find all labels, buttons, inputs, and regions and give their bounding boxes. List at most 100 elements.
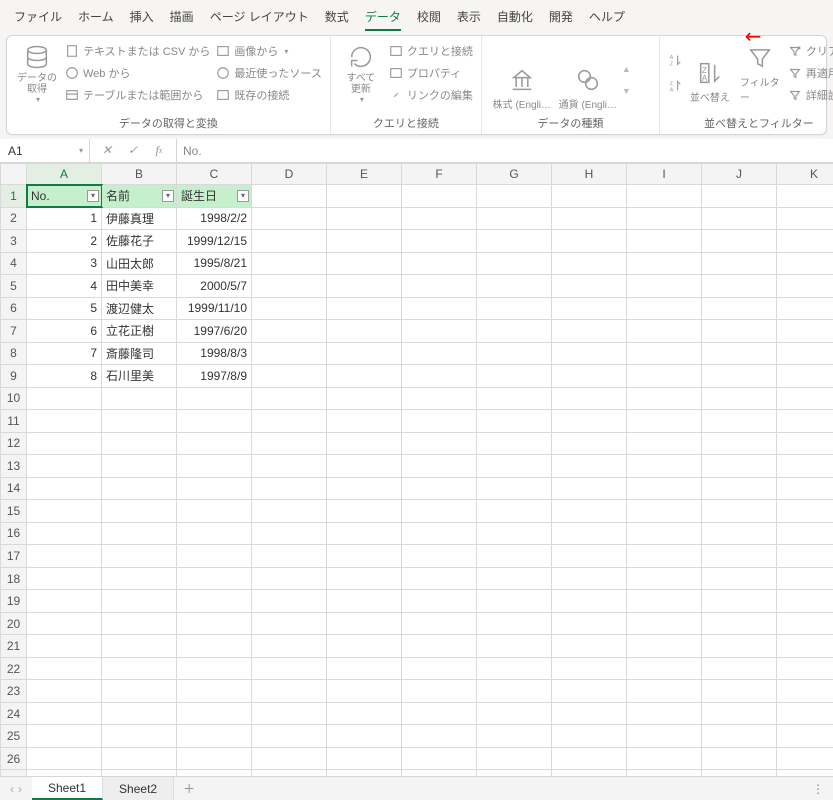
cell-F21[interactable] [402,635,477,658]
cell-C10[interactable] [177,387,252,410]
cell-B17[interactable] [102,545,177,568]
cell-J12[interactable] [702,432,777,455]
cell-D1[interactable] [252,185,327,208]
cell-I12[interactable] [627,432,702,455]
from-table-button[interactable]: テーブルまたは範囲から [65,85,210,105]
cell-G16[interactable] [477,522,552,545]
cell-H18[interactable] [552,567,627,590]
cell-D15[interactable] [252,500,327,523]
cell-C23[interactable] [177,680,252,703]
cell-K3[interactable] [777,230,833,253]
cell-B12[interactable] [102,432,177,455]
cell-K26[interactable] [777,747,833,770]
cell-J6[interactable] [702,297,777,320]
cell-K17[interactable] [777,545,833,568]
filter-dropdown-B[interactable]: ▾ [162,190,174,202]
menu-ページ レイアウト[interactable]: ページ レイアウト [202,4,317,31]
cell-H14[interactable] [552,477,627,500]
cell-D19[interactable] [252,590,327,613]
cell-K18[interactable] [777,567,833,590]
row-header-20[interactable]: 20 [1,612,27,635]
cell-D14[interactable] [252,477,327,500]
cell-C20[interactable] [177,612,252,635]
cell-C8[interactable]: 1998/8/3 [177,342,252,365]
cell-J7[interactable] [702,320,777,343]
cell-E18[interactable] [327,567,402,590]
cell-B26[interactable] [102,747,177,770]
cell-C18[interactable] [177,567,252,590]
cell-F3[interactable] [402,230,477,253]
cell-I1[interactable] [627,185,702,208]
cell-J4[interactable] [702,252,777,275]
cell-B14[interactable] [102,477,177,500]
cell-J5[interactable] [702,275,777,298]
currency-type-button[interactable]: 通貨 (Engli… [556,47,620,113]
cell-C17[interactable] [177,545,252,568]
cell-I3[interactable] [627,230,702,253]
cell-B7[interactable]: 立花正樹 [102,320,177,343]
cell-F25[interactable] [402,725,477,748]
cell-B18[interactable] [102,567,177,590]
cell-A7[interactable]: 6 [27,320,102,343]
cell-H11[interactable] [552,410,627,433]
cell-I21[interactable] [627,635,702,658]
cell-A10[interactable] [27,387,102,410]
cell-K4[interactable] [777,252,833,275]
cell-A19[interactable] [27,590,102,613]
cell-J13[interactable] [702,455,777,478]
cell-A25[interactable] [27,725,102,748]
tab-next-button[interactable]: › [18,782,22,796]
menu-自動化[interactable]: 自動化 [489,4,541,31]
sort-button[interactable]: ZA 並べ替え [688,40,732,106]
cell-K6[interactable] [777,297,833,320]
cell-B5[interactable]: 田中美幸 [102,275,177,298]
cell-I20[interactable] [627,612,702,635]
cell-F1[interactable] [402,185,477,208]
menu-数式[interactable]: 数式 [317,4,357,31]
cell-K25[interactable] [777,725,833,748]
row-header-5[interactable]: 5 [1,275,27,298]
cell-G10[interactable] [477,387,552,410]
cell-F24[interactable] [402,702,477,725]
cell-I26[interactable] [627,747,702,770]
datatype-down-icon[interactable]: ▼ [622,86,631,96]
menu-表示[interactable]: 表示 [449,4,489,31]
cell-E14[interactable] [327,477,402,500]
fx-button[interactable]: fx [150,142,168,160]
cell-F16[interactable] [402,522,477,545]
cell-K10[interactable] [777,387,833,410]
cell-D16[interactable] [252,522,327,545]
row-header-23[interactable]: 23 [1,680,27,703]
cell-F13[interactable] [402,455,477,478]
confirm-formula-button[interactable]: ✓ [124,142,142,160]
col-header-D[interactable]: D [252,164,327,185]
cell-H8[interactable] [552,342,627,365]
sheet-tab-Sheet1[interactable]: Sheet1 [32,777,103,800]
row-header-17[interactable]: 17 [1,545,27,568]
col-header-G[interactable]: G [477,164,552,185]
cell-K23[interactable] [777,680,833,703]
cell-I10[interactable] [627,387,702,410]
sort-az-button[interactable]: AZ [668,50,682,70]
cell-G1[interactable] [477,185,552,208]
cell-B2[interactable]: 伊藤真理 [102,207,177,230]
cell-E8[interactable] [327,342,402,365]
cell-K21[interactable] [777,635,833,658]
cell-A13[interactable] [27,455,102,478]
cell-K15[interactable] [777,500,833,523]
cell-A17[interactable] [27,545,102,568]
cell-B6[interactable]: 渡辺健太 [102,297,177,320]
row-header-21[interactable]: 21 [1,635,27,658]
cell-E19[interactable] [327,590,402,613]
cell-F2[interactable] [402,207,477,230]
cell-I15[interactable] [627,500,702,523]
cell-D11[interactable] [252,410,327,433]
row-header-3[interactable]: 3 [1,230,27,253]
row-header-2[interactable]: 2 [1,207,27,230]
cell-D12[interactable] [252,432,327,455]
cell-A18[interactable] [27,567,102,590]
cell-J1[interactable] [702,185,777,208]
cell-C22[interactable] [177,657,252,680]
filter-button[interactable]: フィルター [738,40,782,106]
cell-E4[interactable] [327,252,402,275]
